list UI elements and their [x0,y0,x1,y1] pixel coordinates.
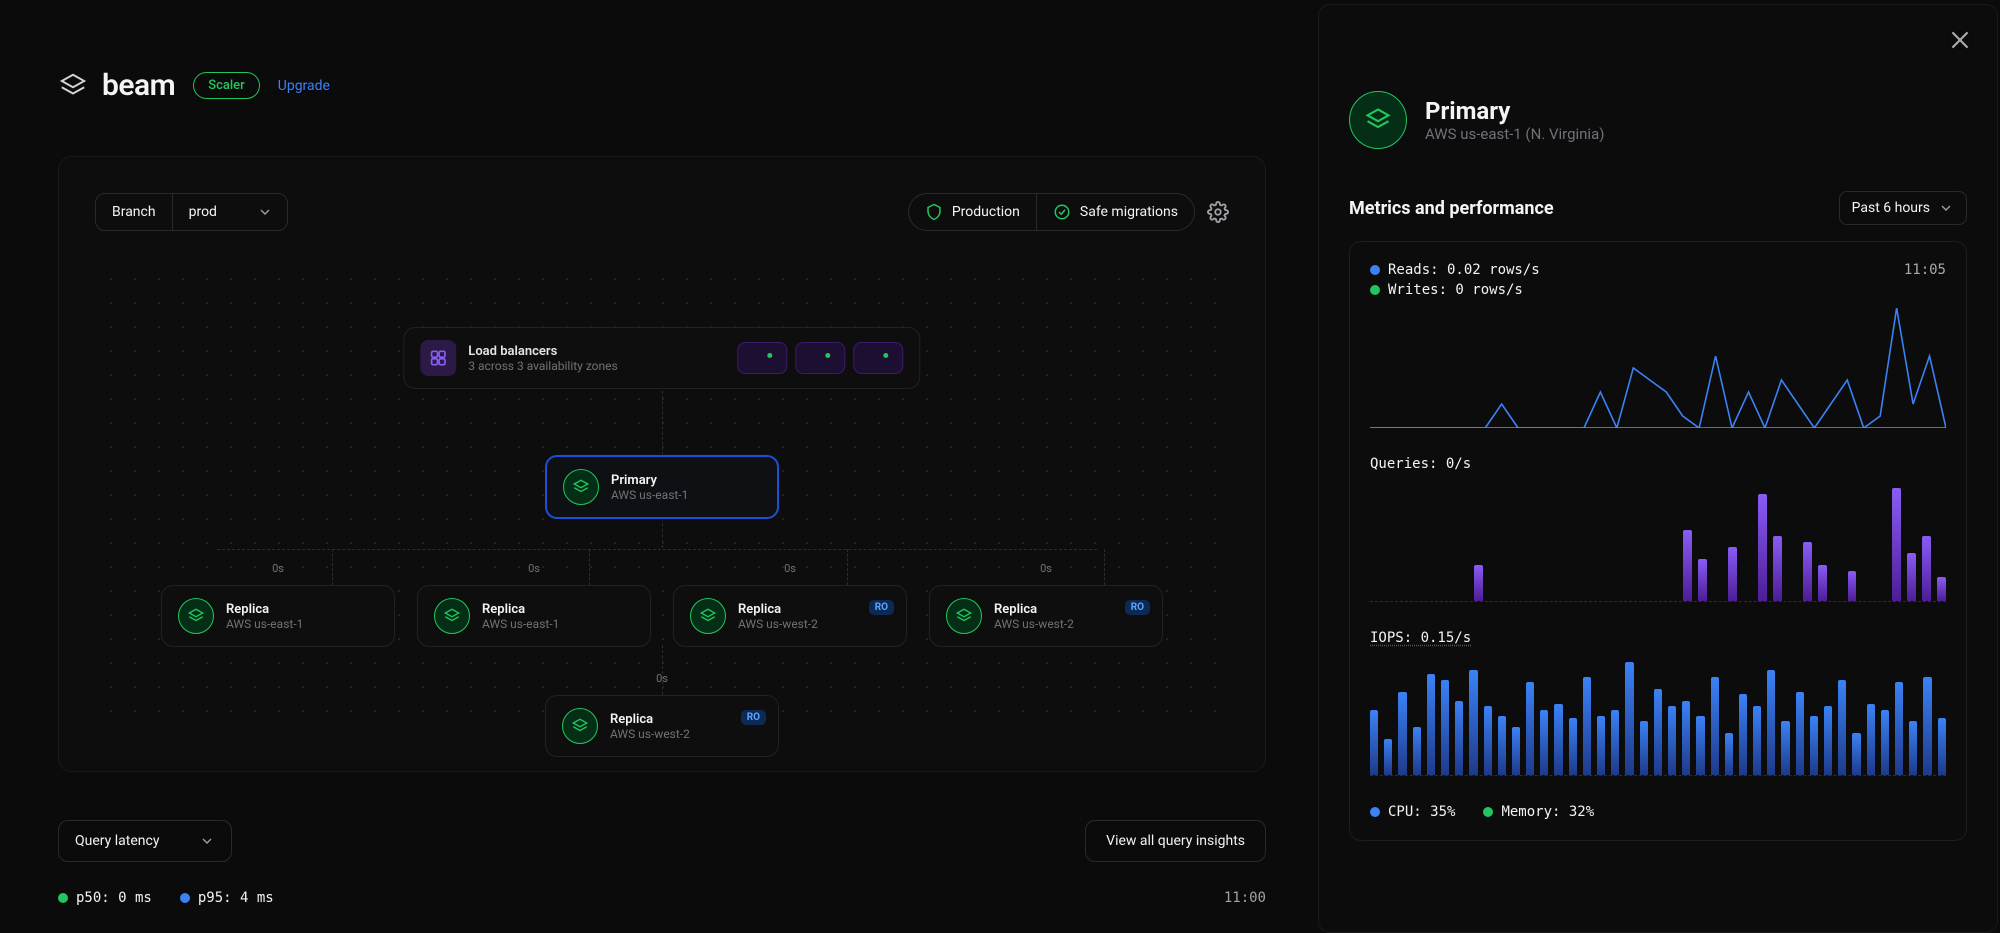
cpu-legend: CPU: 35% [1370,804,1455,820]
metrics-card: Reads: 0.02 rows/s Writes: 0 rows/s 11:0… [1349,241,1967,841]
replica-latency: 0s [784,562,796,575]
database-icon [946,598,982,634]
database-icon [562,708,598,744]
replica-title: Replica [994,602,1074,617]
replica-region: AWS us-west-2 [610,727,690,741]
details-header: Primary AWS us-east-1 (N. Virginia) [1349,91,1967,149]
replica-node[interactable]: 0s ReplicaAWS us-east-1 [417,585,651,647]
lb-subtitle: 3 across 3 availability zones [468,359,617,373]
production-label: Production [952,204,1020,220]
lb-zone [854,342,904,374]
gear-icon[interactable] [1207,201,1229,223]
production-status[interactable]: Production [909,194,1037,230]
queries-chart [1370,482,1946,602]
cpu-memory-block: CPU: 35% Memory: 32% [1370,804,1946,820]
metrics-section-header: Metrics and performance Past 6 hours [1349,191,1967,225]
replica-latency: 0s [528,562,540,575]
upgrade-link[interactable]: Upgrade [278,78,330,94]
query-latency-label: Query latency [75,833,159,849]
replica-region: AWS us-west-2 [994,617,1074,631]
lb-zone [738,342,788,374]
lb-zone [796,342,846,374]
safe-migrations-status[interactable]: Safe migrations [1037,194,1194,230]
topology-panel: Branch prod Production Safe migrations [58,156,1266,772]
replica-title: Replica [738,602,818,617]
latency-timestamp: 11:00 [1224,890,1266,906]
view-insights-button[interactable]: View all query insights [1085,820,1266,862]
reads-writes-block: Reads: 0.02 rows/s Writes: 0 rows/s 11:0… [1370,262,1946,428]
queries-legend: Queries: 0/s [1370,456,1471,472]
chevron-down-icon [199,833,215,849]
topology-toolbar: Branch prod Production Safe migrations [59,157,1265,231]
reads-legend: Reads: 0.02 rows/s [1370,262,1540,278]
details-subtitle: AWS us-east-1 (N. Virginia) [1425,125,1604,143]
branch-value: prod [189,204,217,220]
replica-title: Replica [482,602,559,617]
replica-node[interactable]: 0s ReplicaAWS us-east-1 [161,585,395,647]
replica-region: AWS us-east-1 [482,617,559,631]
time-range-value: Past 6 hours [1852,200,1930,216]
memory-legend: Memory: 32% [1483,804,1594,820]
replica-node[interactable]: 0s RO ReplicaAWS us-west-2 [673,585,907,647]
latency-legend: p50: 0 ms p95: 4 ms 11:00 [58,890,1266,906]
load-balancer-node[interactable]: Load balancers 3 across 3 availability z… [403,327,920,389]
replica-region: AWS us-west-2 [738,617,818,631]
replica-latency: 0s [1040,562,1052,575]
shield-icon [925,203,943,221]
database-icon [563,469,599,505]
plan-badge: Scaler [193,72,260,99]
database-icon [178,598,214,634]
replica-node[interactable]: 0s RO ReplicaAWS us-west-2 [929,585,1163,647]
iops-legend: IOPS: 0.15/s [1370,630,1471,646]
chevron-down-icon [257,204,273,220]
lb-zones [738,342,904,374]
ro-badge: RO [741,710,766,725]
layers-icon [58,71,88,101]
page-header: beam Scaler Upgrade [58,68,330,103]
iops-chart [1370,656,1946,776]
status-group: Production Safe migrations [908,193,1195,231]
app-logo: beam [58,68,175,103]
replica-latency: 0s [272,562,284,575]
ro-badge: RO [869,600,894,615]
writes-legend: Writes: 0 rows/s [1370,282,1540,298]
branch-label: Branch [96,194,173,230]
reads-writes-chart [1370,308,1946,428]
chevron-down-icon [1938,200,1954,216]
reads-timestamp: 11:05 [1904,262,1946,278]
details-title: Primary [1425,97,1604,125]
iops-block: IOPS: 0.15/s [1370,630,1946,776]
primary-title: Primary [611,473,688,488]
replica-title: Replica [610,712,690,727]
replica-row: 0s ReplicaAWS us-east-1 0s ReplicaAWS us… [161,585,1163,647]
database-icon [434,598,470,634]
p95-legend: p95: 4 ms [180,890,274,906]
load-balancer-icon [420,340,456,376]
database-icon [690,598,726,634]
replica-title: Replica [226,602,303,617]
branch-selector: Branch prod [95,193,288,231]
close-icon[interactable] [1947,27,1973,53]
ro-badge: RO [1125,600,1150,615]
primary-region: AWS us-east-1 [611,488,688,502]
primary-node[interactable]: Primary AWS us-east-1 [545,455,779,519]
node-details-panel: Primary AWS us-east-1 (N. Virginia) Metr… [1318,4,1998,933]
query-latency-header: Query latency View all query insights [58,820,1266,862]
replica-latency: 0s [656,672,668,685]
safe-migrations-label: Safe migrations [1080,204,1178,220]
replica-region: AWS us-east-1 [226,617,303,631]
database-icon [1349,91,1407,149]
query-latency-dropdown[interactable]: Query latency [58,820,232,862]
branch-dropdown[interactable]: prod [173,194,287,230]
time-range-dropdown[interactable]: Past 6 hours [1839,191,1967,225]
check-circle-icon [1053,203,1071,221]
queries-block: Queries: 0/s [1370,456,1946,602]
p50-legend: p50: 0 ms [58,890,152,906]
metrics-section-title: Metrics and performance [1349,198,1554,219]
replica-node[interactable]: 0s RO ReplicaAWS us-west-2 [545,695,779,757]
lb-title: Load balancers [468,344,617,359]
app-name: beam [102,68,175,103]
